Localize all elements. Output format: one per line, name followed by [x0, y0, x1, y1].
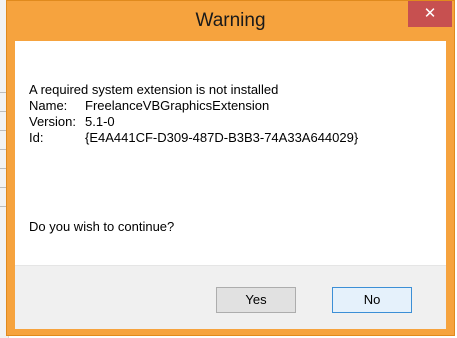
field-row-version: Version: 5.1-0 — [29, 114, 358, 130]
no-button[interactable]: No — [332, 287, 412, 313]
yes-button[interactable]: Yes — [216, 287, 296, 313]
field-row-name: Name: FreelanceVBGraphicsExtension — [29, 98, 358, 114]
dialog-content: A required system extension is not insta… — [15, 41, 446, 329]
warning-dialog: Warning ✕ A required system extension is… — [6, 0, 455, 336]
close-button[interactable]: ✕ — [408, 1, 452, 27]
field-label: Version: — [29, 114, 76, 129]
button-bar: Yes No — [15, 265, 446, 329]
dialog-title: Warning — [195, 10, 266, 31]
field-value: FreelanceVBGraphicsExtension — [85, 98, 270, 113]
message-block: A required system extension is not insta… — [29, 82, 358, 146]
message-heading: A required system extension is not insta… — [29, 82, 279, 97]
field-value: {E4A441CF-D309-487D-B3B3-74A33A644029} — [85, 130, 359, 145]
dialog-titlebar[interactable]: Warning ✕ — [7, 1, 454, 41]
field-label: Name: — [29, 98, 68, 113]
continue-question: Do you wish to continue? — [29, 219, 175, 234]
field-row-id: Id: {E4A441CF-D309-487D-B3B3-74A33A64402… — [29, 130, 358, 146]
field-value: 5.1-0 — [85, 114, 115, 129]
close-icon: ✕ — [423, 5, 437, 22]
field-label: Id: — [29, 130, 44, 145]
